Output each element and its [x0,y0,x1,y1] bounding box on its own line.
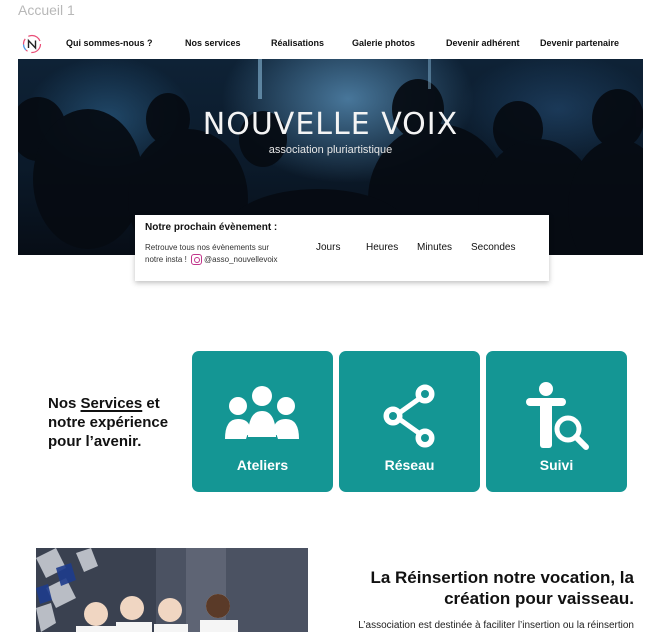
event-text-line2: notre insta ! [145,255,187,264]
hero-subtitle: association pluriartistique [268,144,393,156]
nav-item-nos-services[interactable]: Nos services [185,38,241,48]
service-label-suivi: Suivi [539,457,574,473]
services-heading: Nos Services et notre expérience pour l’… [48,394,188,451]
nav-item-devenir-partenaire[interactable]: Devenir partenaire [540,38,619,48]
nav-item-qui-sommes-nous[interactable]: Qui sommes-nous ? [66,38,153,48]
promo-title-line2: création pour vaisseau. [444,589,634,608]
nav-item-galerie-photos[interactable]: Galerie photos [352,38,415,48]
hero-title: NOUVELLE VOIX [202,107,459,142]
service-card-reseau[interactable]: Réseau [339,351,480,492]
team-photo-image [36,548,308,632]
services-heading-highlight: Services [80,395,143,412]
navbar: Qui sommes-nous ? Nos services Réalisati… [18,29,643,59]
event-description: Retrouve tous nos évènements sur notre i… [145,242,295,266]
next-event-card: Notre prochain évènement : Retrouve tous… [135,215,549,281]
promo-text: L’association est destinée à faciliter l… [358,620,634,631]
instagram-icon[interactable] [191,254,203,265]
nav-item-realisations[interactable]: Réalisations [271,38,324,48]
countdown-hours-label: Heures [366,242,399,253]
person-search-icon [526,382,589,450]
countdown-days-label: Jours [316,242,341,253]
services-heading-part1: Nos [48,395,81,412]
logo-icon[interactable] [22,34,42,54]
service-label-ateliers: Ateliers [236,457,289,473]
share-icon [383,384,435,448]
countdown-seconds-label: Secondes [471,242,516,253]
event-title: Notre prochain évènement : [145,222,278,233]
team-photo [36,548,308,632]
service-card-suivi[interactable]: Suivi [486,351,627,492]
nav-item-devenir-adherent[interactable]: Devenir adhérent [446,38,520,48]
instagram-handle[interactable]: @asso_nouvellevoix [204,255,278,264]
service-label-reseau: Réseau [384,457,435,473]
event-text-line1: Retrouve tous nos évènements sur [145,243,270,252]
group-icon [225,386,299,439]
service-card-ateliers[interactable]: Ateliers [192,351,333,492]
frame-label: Accueil 1 [18,2,75,18]
countdown-minutes-label: Minutes [417,242,453,253]
promo-title-line1: La Réinsertion notre vocation, la [370,568,634,587]
promo-title: La Réinsertion notre vocation, la créati… [318,567,634,609]
